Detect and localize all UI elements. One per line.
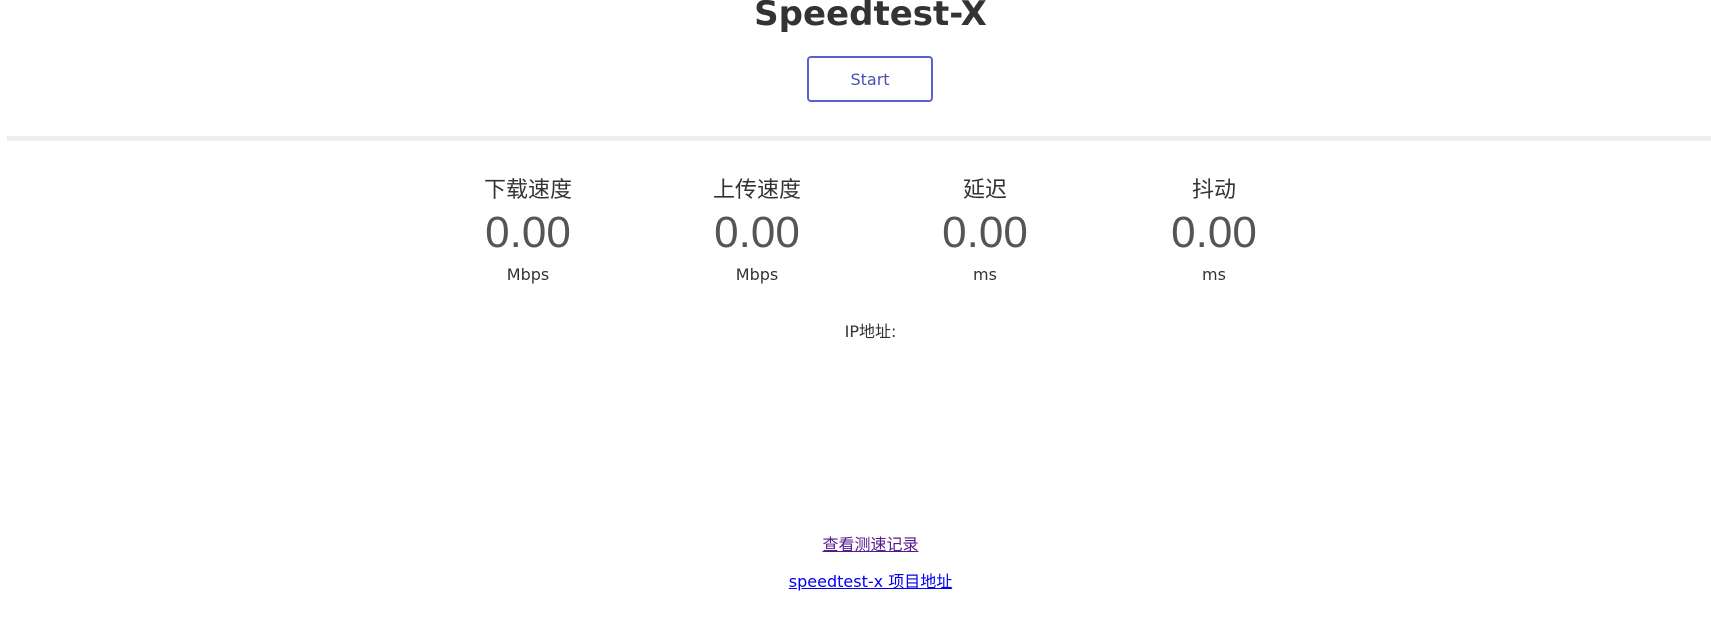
metric-upload-unit: Mbps [735, 265, 779, 284]
metric-upload-label: 上传速度 [712, 178, 801, 203]
page-title: Speedtest-X [754, 0, 987, 34]
project-address-link[interactable]: speedtest-x 项目地址 [789, 572, 952, 591]
metric-latency-label: 延迟 [962, 178, 1007, 203]
metric-jitter-value: 0.00 [1171, 208, 1257, 257]
metric-download-label: 下载速度 [483, 178, 572, 203]
metric-upload-value: 0.00 [714, 208, 800, 257]
metric-latency: 延迟 0.00 ms [885, 174, 1085, 286]
metric-jitter-unit: ms [1202, 265, 1226, 284]
metric-jitter-label: 抖动 [1191, 178, 1236, 203]
metric-latency-value: 0.00 [942, 208, 1028, 257]
start-button[interactable]: Start [807, 56, 933, 102]
metric-jitter: 抖动 0.00 ms [1114, 174, 1314, 286]
section-divider [7, 136, 1711, 141]
metric-download: 下载速度 0.00 Mbps [428, 174, 628, 286]
metric-latency-unit: ms [973, 265, 997, 284]
ip-address-line: IP地址: [0, 320, 1711, 344]
ip-address-label: IP地址: [844, 322, 897, 341]
metric-upload: 上传速度 0.00 Mbps [657, 174, 857, 286]
project-link-row: speedtest-x 项目地址 [0, 570, 1711, 594]
metric-download-unit: Mbps [506, 265, 550, 284]
records-link-row: 查看测速记录 [0, 533, 1711, 557]
metric-download-value: 0.00 [485, 208, 571, 257]
view-records-link[interactable]: 查看测速记录 [822, 535, 918, 554]
